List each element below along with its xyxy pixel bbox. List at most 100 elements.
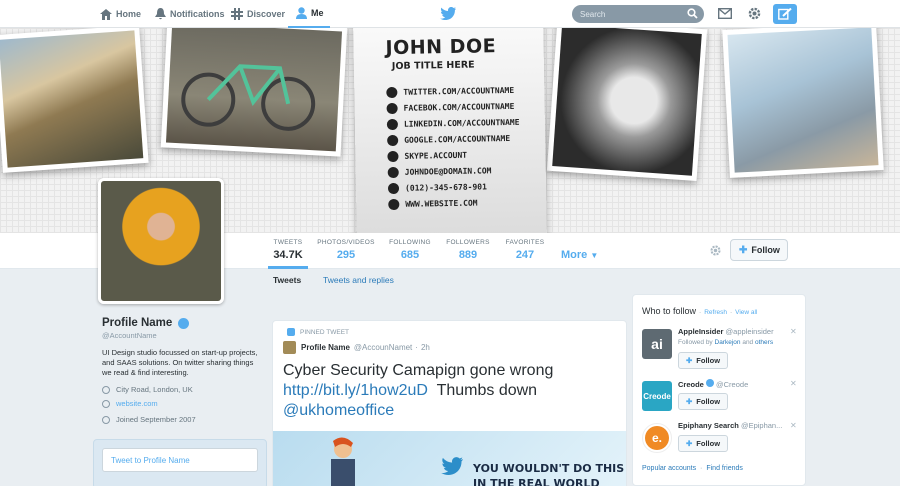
tweet-author-handle[interactable]: @AccounNamet bbox=[354, 343, 412, 352]
link-icon bbox=[102, 399, 110, 408]
header-photo-bicycle bbox=[160, 28, 348, 157]
profile-handle: @AccountName bbox=[102, 331, 157, 340]
stat-label: PHOTOS/VIDEOS bbox=[317, 239, 375, 246]
gear-icon[interactable] bbox=[709, 244, 722, 257]
follow-button[interactable]: ✚ Follow bbox=[730, 239, 788, 261]
suggestion-name[interactable]: AppleInsider @appleinsider bbox=[678, 327, 774, 336]
nav-notifications[interactable]: Notifications bbox=[155, 0, 225, 28]
card-name: JOHN DOE bbox=[385, 35, 497, 60]
tweet-mention[interactable]: @ukhomeoffice bbox=[283, 402, 394, 419]
card-job-title: JOB TITLE HERE bbox=[391, 59, 475, 73]
tweet-time[interactable]: 2h bbox=[421, 343, 430, 352]
messages-icon[interactable] bbox=[718, 8, 732, 19]
linkedin-icon bbox=[386, 118, 398, 130]
media-headline-line1: YOU WOULDN'T DO THIS bbox=[473, 462, 625, 475]
who-to-follow-footer: Popular accounts · Find friends bbox=[642, 465, 743, 472]
find-friends-link[interactable]: Find friends bbox=[706, 465, 743, 472]
tweet-media-image[interactable]: YOU WOULDN'T DO THIS IN THE REAL WORLD bbox=[273, 431, 626, 486]
cartoon-figure-icon bbox=[331, 437, 355, 486]
dismiss-icon[interactable]: ✕ bbox=[790, 379, 797, 388]
stat-following[interactable]: FOLLOWING 685 bbox=[386, 239, 434, 261]
refresh-link[interactable]: Refresh bbox=[704, 309, 727, 316]
tab-tweets-and-replies[interactable]: Tweets and replies bbox=[323, 275, 394, 285]
nav-home[interactable]: Home bbox=[100, 0, 141, 28]
suggestion-appleinsider: ai AppleInsider @appleinsider Followed b… bbox=[642, 327, 802, 371]
nav-me[interactable]: Me bbox=[288, 0, 330, 28]
dismiss-icon[interactable]: ✕ bbox=[790, 421, 797, 430]
bell-icon bbox=[155, 8, 166, 20]
add-user-icon: ✚ bbox=[686, 397, 693, 406]
add-user-icon: ✚ bbox=[739, 244, 748, 256]
profile-website[interactable]: website.com bbox=[102, 399, 158, 408]
view-all-link[interactable]: View all bbox=[735, 309, 757, 316]
gear-icon[interactable] bbox=[747, 6, 762, 21]
creode-logo[interactable]: Creode bbox=[642, 381, 672, 411]
header-photo-guitarist bbox=[0, 28, 149, 173]
follow-label: Follow bbox=[751, 245, 780, 255]
profile-avatar[interactable] bbox=[98, 178, 224, 304]
pinned-tweet-card[interactable]: PINNED TWEET Profile Name @AccounNamet ·… bbox=[272, 320, 627, 486]
popular-accounts-link[interactable]: Popular accounts bbox=[642, 465, 696, 472]
twitter-icon bbox=[386, 86, 398, 98]
search-input[interactable]: Search bbox=[572, 5, 704, 23]
tweet-author-name[interactable]: Profile Name bbox=[301, 343, 350, 352]
chevron-down-icon: ▼ bbox=[590, 251, 599, 260]
twitter-bird-icon bbox=[441, 457, 463, 475]
facebook-icon bbox=[386, 102, 398, 114]
more-menu[interactable]: More ▼ bbox=[561, 249, 598, 261]
compose-icon bbox=[778, 8, 792, 20]
home-icon bbox=[100, 8, 112, 20]
follow-button[interactable]: ✚ Follow bbox=[678, 352, 729, 369]
suggestion-name[interactable]: Epiphany Search @Epiphan... bbox=[678, 421, 782, 430]
tweet-link[interactable]: http://bit.ly/1how2uD bbox=[283, 382, 428, 399]
bicycle-icon bbox=[181, 64, 316, 131]
add-user-icon: ✚ bbox=[686, 439, 693, 448]
verified-badge-icon bbox=[178, 317, 190, 329]
tweet-to-input[interactable]: Tweet to Profile Name bbox=[102, 448, 258, 472]
email-icon bbox=[387, 166, 399, 178]
stat-label: FAVORITES bbox=[505, 239, 545, 246]
person-icon bbox=[296, 7, 307, 19]
profile-name-text: Profile Name bbox=[102, 317, 173, 329]
search-placeholder: Search bbox=[580, 9, 606, 19]
stat-value: 889 bbox=[458, 249, 478, 261]
stat-value: 685 bbox=[400, 249, 420, 261]
dismiss-icon[interactable]: ✕ bbox=[790, 327, 797, 336]
google-icon bbox=[387, 134, 399, 146]
twitter-bird-icon[interactable] bbox=[440, 7, 456, 20]
nav-discover[interactable]: Discover bbox=[231, 0, 285, 28]
pin-icon bbox=[287, 328, 295, 336]
profile-website-text[interactable]: website.com bbox=[116, 399, 158, 408]
stat-followers[interactable]: FOLLOWERS 889 bbox=[444, 239, 492, 261]
verified-badge-icon bbox=[705, 379, 714, 387]
header-photo-street bbox=[722, 28, 884, 178]
who-to-follow-header: Who to follow · Refresh · View all bbox=[642, 306, 758, 316]
nav-home-label: Home bbox=[116, 9, 142, 19]
who-to-follow-panel: Who to follow · Refresh · View all ai Ap… bbox=[632, 294, 806, 486]
suggestion-name[interactable]: Creode @Creode bbox=[678, 379, 748, 389]
suggestion-creode: Creode Creode @Creode ✕ ✚ Follow bbox=[642, 379, 802, 419]
appleinsider-logo[interactable]: ai bbox=[642, 329, 672, 359]
compose-tweet-button[interactable] bbox=[773, 4, 797, 24]
stat-favorites[interactable]: FAVORITES 247 bbox=[503, 239, 547, 261]
add-user-icon: ✚ bbox=[686, 356, 693, 365]
nav-me-label: Me bbox=[311, 8, 324, 18]
tweet-text-line2: Thumbs down bbox=[436, 382, 538, 399]
nav-discover-label: Discover bbox=[247, 9, 286, 19]
search-icon[interactable] bbox=[687, 8, 698, 19]
media-headline-line2: IN THE REAL WORLD bbox=[473, 477, 600, 486]
stat-tweets[interactable]: TWEETS 34.7K bbox=[268, 239, 308, 269]
more-label: More bbox=[561, 249, 588, 261]
profile-joined-text: Joined September 2007 bbox=[116, 415, 196, 424]
epiphany-logo[interactable]: e. bbox=[642, 423, 672, 453]
follow-button[interactable]: ✚ Follow bbox=[678, 393, 729, 410]
follow-button[interactable]: ✚ Follow bbox=[678, 435, 729, 452]
profile-joined: Joined September 2007 bbox=[102, 415, 196, 424]
tweet-header: Profile Name @AccounNamet · 2h bbox=[283, 341, 430, 354]
tweet-avatar[interactable] bbox=[283, 341, 296, 354]
business-card: JOHN DOE JOB TITLE HERE TWITTER.COM/ACCO… bbox=[353, 28, 547, 233]
tweet-to-box: Tweet to Profile Name bbox=[93, 439, 267, 486]
stat-value: 295 bbox=[336, 249, 356, 261]
tab-tweets[interactable]: Tweets bbox=[273, 275, 301, 285]
stat-photos-videos[interactable]: PHOTOS/VIDEOS 295 bbox=[316, 239, 376, 261]
